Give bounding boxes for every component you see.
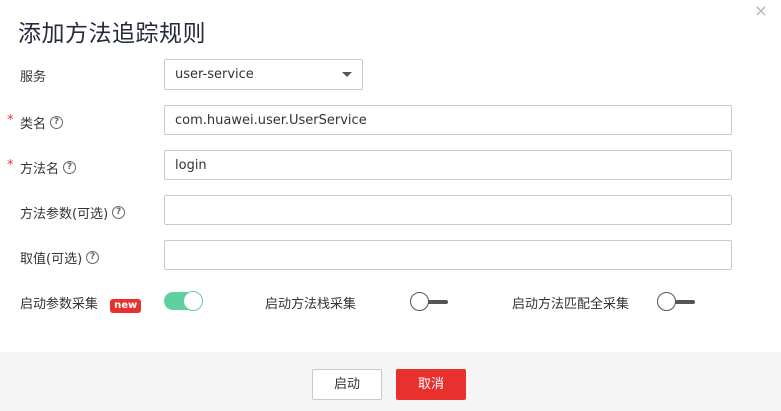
param-collect-label: 启动参数采集 new xyxy=(20,293,142,313)
stack-collect-toggle[interactable] xyxy=(410,292,448,312)
help-icon[interactable]: ? xyxy=(112,206,126,219)
full-match-collect-toggle[interactable] xyxy=(657,292,695,312)
service-label-text: 服务 xyxy=(20,70,47,85)
value-label-text: 取值(可选) xyxy=(20,252,83,267)
help-icon[interactable]: ? xyxy=(86,251,100,264)
required-mark: * xyxy=(7,158,14,173)
start-button[interactable]: 启动 xyxy=(312,369,382,400)
value-input[interactable] xyxy=(164,240,732,270)
method-name-label: 方法名 ? xyxy=(20,158,77,177)
stack-collect-label: 启动方法栈采集 xyxy=(265,297,357,312)
service-select[interactable]: user-service xyxy=(164,59,363,90)
full-match-collect-label: 启动方法匹配全采集 xyxy=(512,297,630,312)
required-mark: * xyxy=(7,113,14,128)
value-label: 取值(可选) ? xyxy=(20,248,100,267)
method-name-label-text: 方法名 xyxy=(20,162,60,177)
class-name-input[interactable] xyxy=(164,105,732,135)
new-badge: new xyxy=(110,299,142,313)
toggle-knob xyxy=(410,292,429,311)
cancel-button[interactable]: 取消 xyxy=(396,369,466,400)
method-params-label-text: 方法参数(可选) xyxy=(20,207,109,222)
toggle-knob xyxy=(657,292,676,311)
service-label: 服务 xyxy=(20,66,46,85)
dialog-title: 添加方法追踪规则 xyxy=(18,21,206,47)
chevron-down-icon xyxy=(342,72,352,77)
method-params-label: 方法参数(可选) ? xyxy=(20,203,126,222)
close-icon[interactable]: × xyxy=(754,3,768,19)
method-name-input[interactable] xyxy=(164,150,732,180)
param-collect-toggle[interactable] xyxy=(164,291,203,311)
help-icon[interactable]: ? xyxy=(63,161,77,174)
class-name-label-text: 类名 xyxy=(20,117,47,132)
dialog-footer: 启动 取消 xyxy=(0,352,781,411)
service-select-value: user-service xyxy=(175,67,254,82)
method-params-input[interactable] xyxy=(164,195,732,225)
class-name-label: 类名 ? xyxy=(20,113,64,132)
add-method-trace-dialog: 添加方法追踪规则 × 服务 user-service * 类名 ? * 方法名 … xyxy=(0,0,781,411)
help-icon[interactable]: ? xyxy=(50,116,64,129)
toggle-knob xyxy=(183,291,203,311)
param-collect-label-text: 启动参数采集 xyxy=(20,297,99,312)
